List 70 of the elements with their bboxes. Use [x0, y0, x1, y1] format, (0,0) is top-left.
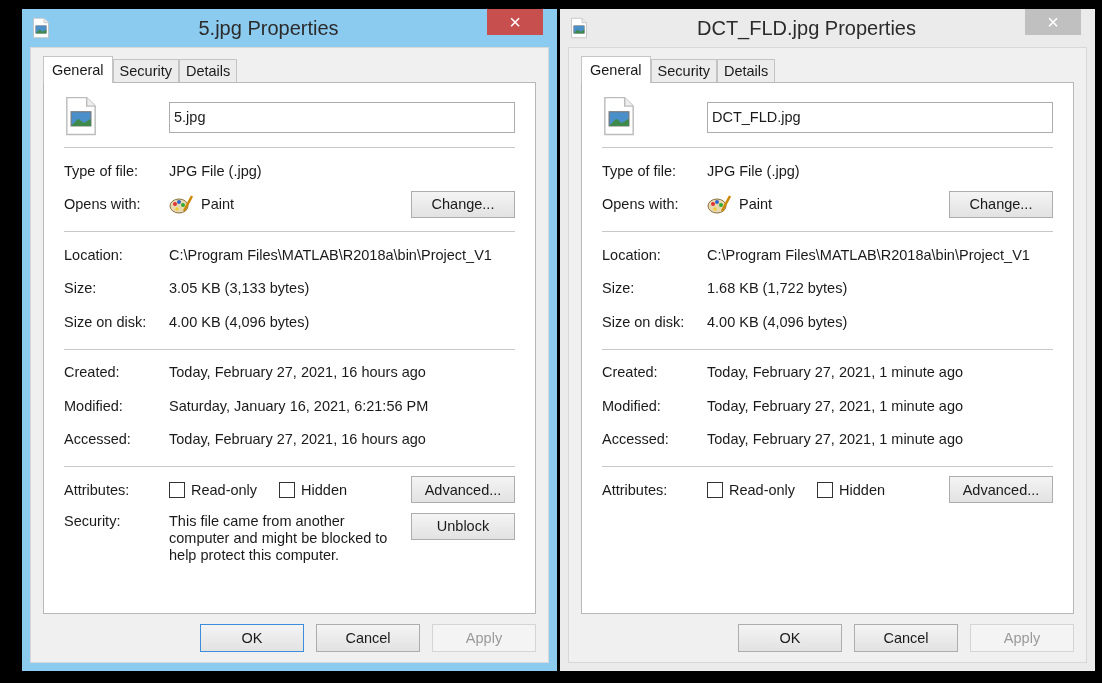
property-value: JPG File (.jpg) [169, 162, 263, 179]
window-title: 5.jpg Properties [197, 16, 340, 40]
dialog-button[interactable]: OK [200, 624, 304, 652]
property-label: Size on disk: [64, 313, 148, 330]
property-label: Accessed: [64, 431, 132, 448]
property-label: Type of file: [64, 162, 140, 179]
tab[interactable]: Security [650, 59, 717, 82]
image-file-icon [602, 95, 636, 136]
tab[interactable]: Details [717, 59, 776, 82]
property-label: Opens with: [64, 196, 142, 213]
checkbox-label: Read-only [191, 481, 258, 498]
property-label: Attributes: [602, 481, 669, 498]
tab[interactable]: General [43, 56, 113, 83]
image-file-icon [32, 17, 50, 39]
tab[interactable]: Details [179, 59, 238, 82]
property-label: Modified: [64, 397, 124, 414]
checkbox[interactable] [707, 481, 723, 498]
tab[interactable]: Security [112, 59, 179, 82]
property-label: Type of file: [602, 162, 678, 179]
property-value: Today, February 27, 2021, 16 hours ago [169, 364, 427, 381]
property-label: Attributes: [64, 481, 131, 498]
property-label: Accessed: [602, 431, 670, 448]
checkbox-label: Read-only [729, 481, 796, 498]
image-file-icon [64, 95, 98, 136]
app-name: Paint [739, 196, 773, 213]
property-label: Created: [602, 364, 659, 381]
checkbox[interactable] [817, 481, 834, 498]
property-label: Created: [64, 364, 121, 381]
change-button[interactable]: Change... [411, 190, 515, 218]
property-label: Size on disk: [602, 313, 686, 330]
close-button[interactable]: × [487, 9, 543, 35]
checkbox[interactable] [279, 481, 296, 498]
dialog-button[interactable]: Cancel [854, 624, 958, 652]
dialog-button[interactable]: OK [738, 624, 842, 652]
change-button[interactable]: Change... [949, 190, 1053, 218]
property-label: Location: [602, 246, 662, 263]
property-value: C:\Program Files\MATLAB\R2018a\bin\Project_V1 [169, 246, 493, 263]
property-value: Today, February 27, 2021, 1 minute ago [707, 397, 965, 414]
property-value: C:\Program Files\MATLAB\R2018a\bin\Project_V1 [707, 246, 1031, 263]
palette-icon [169, 194, 193, 215]
property-value: Today, February 27, 2021, 1 minute ago [707, 364, 965, 381]
property-value: 1.68 KB (1,722 bytes) [707, 280, 849, 297]
advanced-button[interactable]: Advanced... [949, 476, 1053, 504]
advanced-button[interactable]: Advanced... [411, 476, 515, 504]
property-label: Size: [64, 280, 98, 297]
window-title: DCT_FLD.jpg Properties [696, 16, 917, 40]
checkbox-label: Hidden [301, 481, 348, 498]
property-value: Today, February 27, 2021, 1 minute ago [707, 431, 965, 448]
property-value: JPG File (.jpg) [707, 162, 801, 179]
property-label: Size: [602, 280, 636, 297]
filename-field[interactable]: 5.jpg [169, 101, 515, 133]
property-label: Modified: [602, 397, 662, 414]
dialog-button[interactable]: Cancel [316, 624, 420, 652]
checkbox[interactable] [169, 481, 185, 498]
tab[interactable]: General [581, 56, 651, 83]
palette-icon [707, 194, 731, 215]
app-name: Paint [201, 196, 235, 213]
image-file-icon [570, 17, 588, 39]
property-value: 4.00 KB (4,096 bytes) [707, 313, 849, 330]
filename-field[interactable]: DCT_FLD.jpg [707, 101, 1053, 133]
property-value: 4.00 KB (4,096 bytes) [169, 313, 311, 330]
property-label: Opens with: [602, 196, 680, 213]
unblock-button[interactable]: Unblock [411, 512, 515, 540]
property-value: Saturday, January 16, 2021, 6:21:56 PM [169, 397, 430, 414]
property-label: Location: [64, 246, 124, 263]
security-message: This file came from another computer and might be blocked to help protect this computer. [169, 512, 389, 564]
property-label: Security: [64, 512, 122, 529]
property-value: 3.05 KB (3,133 bytes) [169, 280, 311, 297]
property-value: Today, February 27, 2021, 16 hours ago [169, 431, 427, 448]
checkbox-label: Hidden [839, 481, 886, 498]
